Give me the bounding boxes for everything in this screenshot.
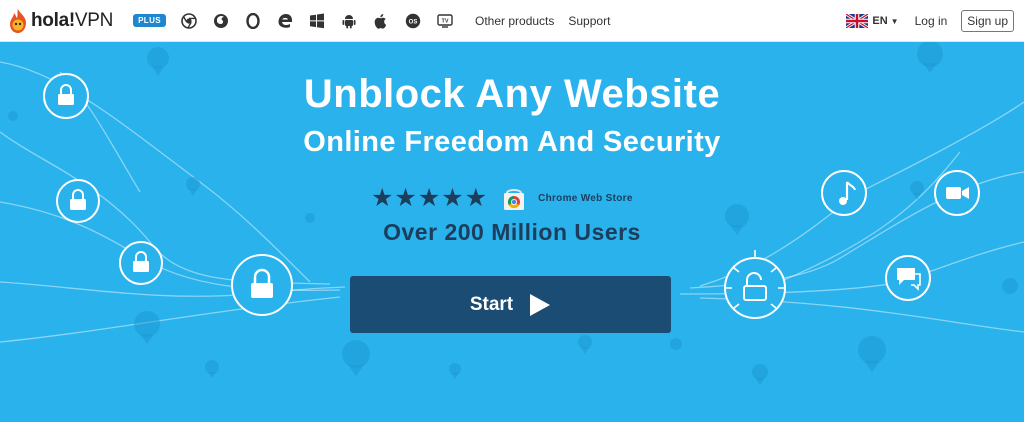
uk-flag-icon	[846, 14, 869, 28]
logo-brand: hola!	[31, 9, 75, 31]
hero-subtitle: Online Freedom And Security	[303, 126, 721, 158]
firefox-icon[interactable]	[210, 10, 231, 31]
play-icon	[530, 293, 551, 316]
five-star-rating: ★★★★★	[371, 184, 489, 212]
signup-button[interactable]: Sign up	[961, 10, 1014, 32]
chrome-icon[interactable]	[178, 10, 199, 31]
apple-icon[interactable]	[370, 10, 391, 31]
windows-icon[interactable]	[306, 10, 327, 31]
svg-text:TV: TV	[441, 18, 448, 24]
android-icon[interactable]	[338, 10, 359, 31]
language-code: EN	[872, 15, 888, 27]
logo-text: hola!VPN	[31, 10, 113, 32]
top-right-controls: EN ▼ Log in Sign up	[846, 0, 1014, 42]
flame-logo-icon	[10, 8, 26, 33]
tv-icon[interactable]: TV	[434, 10, 455, 31]
language-selector[interactable]: EN ▼	[846, 14, 899, 28]
chevron-down-icon: ▼	[890, 16, 899, 26]
platform-icons: OS TV	[178, 10, 455, 31]
top-navigation-bar: hola!VPN PLUS OS TV Other products Suppo…	[0, 0, 1024, 42]
svg-text:OS: OS	[408, 19, 417, 25]
hola-logo[interactable]: hola!VPN	[7, 0, 113, 42]
logo-suffix: VPN	[74, 9, 114, 31]
start-button[interactable]: Start	[350, 276, 671, 333]
hero-section: Unblock Any Website Online Freedom And S…	[0, 42, 1024, 422]
chrome-web-store-icon	[504, 188, 525, 210]
rating-row: ★★★★★ Chrome Web Store	[371, 186, 633, 211]
login-link[interactable]: Log in	[915, 14, 948, 28]
opera-icon[interactable]	[242, 10, 263, 31]
chrome-web-store-label[interactable]: Chrome Web Store	[538, 193, 633, 204]
edge-icon[interactable]	[274, 10, 295, 31]
start-button-label: Start	[469, 293, 514, 315]
nav-other-products[interactable]: Other products	[475, 14, 554, 28]
plus-badge[interactable]: PLUS	[133, 14, 166, 27]
users-count-text: Over 200 Million Users	[383, 219, 641, 245]
macos-icon[interactable]: OS	[402, 10, 423, 31]
nav-support[interactable]: Support	[568, 14, 610, 28]
hero-title: Unblock Any Website	[303, 72, 721, 116]
